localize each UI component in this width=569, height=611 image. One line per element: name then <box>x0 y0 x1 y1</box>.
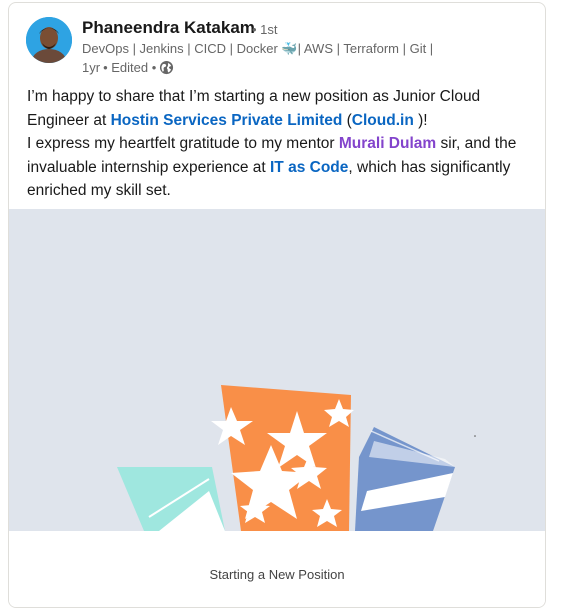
post-time: 1yr <box>82 60 101 75</box>
globe-icon <box>159 60 174 75</box>
feed-post-card: Phaneendra Katakam • 1st DevOps | Jenkin… <box>8 2 546 608</box>
post-text-segment: I express my heartfelt gratitude to my m… <box>27 135 339 152</box>
post-edited-label: • Edited • <box>103 60 157 75</box>
company-site-link[interactable]: Cloud.in <box>352 112 414 129</box>
author-avatar[interactable] <box>26 17 72 63</box>
media-caption-bar[interactable]: Starting a New Position <box>9 531 545 607</box>
mentor-mention-link[interactable]: Murali Dulam <box>339 135 436 152</box>
post-body: I’m happy to share that I’m starting a n… <box>27 85 537 203</box>
company-link[interactable]: Hostin Services Private Limited <box>111 112 343 129</box>
author-headline: DevOps | Jenkins | CICD | Docker 🐳| AWS … <box>82 41 434 56</box>
new-position-illustration[interactable] <box>9 209 545 531</box>
post-text-segment: )! <box>413 111 428 129</box>
org-link[interactable]: IT as Code <box>270 159 348 176</box>
post-text-segment: ( <box>342 111 352 129</box>
connection-degree: • 1st <box>252 22 278 37</box>
post-meta: 1yr • Edited • <box>82 60 174 75</box>
media-caption: Starting a New Position <box>209 566 345 582</box>
author-name[interactable]: Phaneendra Katakam <box>82 18 255 38</box>
